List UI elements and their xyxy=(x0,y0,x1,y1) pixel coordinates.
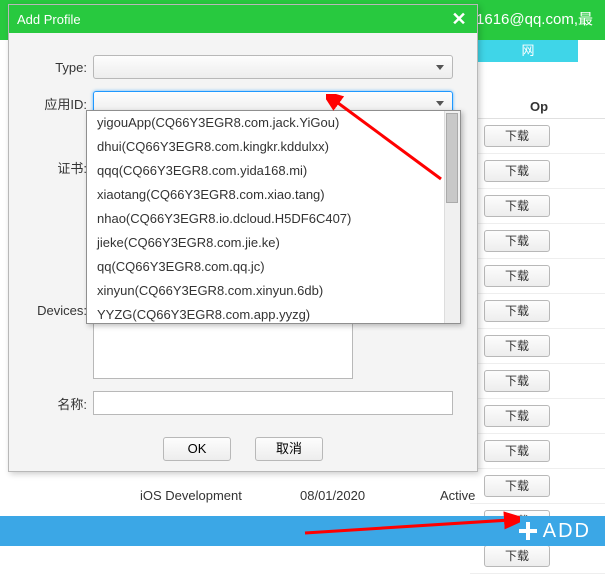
table-row[interactable]: iOS Development 08/01/2020 Active xyxy=(140,480,605,510)
dropdown-option[interactable]: dhui(CQ66Y3EGR8.com.kingkr.kddulxx) xyxy=(87,135,444,159)
field-name: 名称: xyxy=(33,391,453,415)
header-tab[interactable]: 网 xyxy=(478,40,578,62)
cell-type: iOS Development xyxy=(140,488,300,503)
scrollbar-thumb[interactable] xyxy=(446,113,458,203)
table-row: 下载 xyxy=(470,265,605,294)
download-button[interactable]: 下载 xyxy=(484,300,550,322)
close-icon[interactable]: ✕ xyxy=(449,9,469,30)
label-type: Type: xyxy=(33,60,87,75)
name-input[interactable] xyxy=(93,391,453,415)
appid-dropdown: yigouApp(CQ66Y3EGR8.com.jack.YiGou)dhui(… xyxy=(86,110,461,324)
table-row: 下载 xyxy=(470,405,605,434)
dropdown-option[interactable]: nhao(CQ66Y3EGR8.io.dcloud.H5DF6C407) xyxy=(87,207,444,231)
cell-status: Active xyxy=(440,488,520,503)
cancel-button[interactable]: 取消 xyxy=(255,437,323,461)
table-row: 下载 xyxy=(470,370,605,399)
modal-title: Add Profile xyxy=(17,12,81,27)
download-button[interactable]: 下载 xyxy=(484,160,550,182)
download-button[interactable]: 下载 xyxy=(484,370,550,392)
download-button[interactable]: 下载 xyxy=(484,195,550,217)
dropdown-option[interactable]: jieke(CQ66Y3EGR8.com.jie.ke) xyxy=(87,231,444,255)
dropdown-option[interactable]: qqq(CQ66Y3EGR8.com.yida168.mi) xyxy=(87,159,444,183)
field-type: Type: xyxy=(33,55,453,79)
download-button[interactable]: 下载 xyxy=(484,335,550,357)
label-cert: 证书: xyxy=(33,158,87,177)
dropdown-option[interactable]: xiaotang(CQ66Y3EGR8.com.xiao.tang) xyxy=(87,183,444,207)
table-row: 下载 xyxy=(470,230,605,259)
table-row: 下载 xyxy=(470,195,605,224)
download-button[interactable]: 下载 xyxy=(484,125,550,147)
download-button[interactable]: 下载 xyxy=(484,230,550,252)
download-button[interactable]: 下载 xyxy=(484,265,550,287)
column-header-op: Op xyxy=(470,95,605,119)
cell-date: 08/01/2020 xyxy=(300,488,440,503)
table-row: 下载 xyxy=(470,125,605,154)
download-button[interactable]: 下载 xyxy=(484,405,550,427)
add-label: ADD xyxy=(543,520,591,543)
table-row: 下载 xyxy=(470,440,605,469)
dropdown-option[interactable]: yigouApp(CQ66Y3EGR8.com.jack.YiGou) xyxy=(87,111,444,135)
plus-icon xyxy=(519,522,537,540)
table-row: 下载 xyxy=(470,160,605,189)
table-row: 下载 xyxy=(470,335,605,364)
label-name: 名称: xyxy=(33,394,87,413)
dropdown-option[interactable]: YYZG(CQ66Y3EGR8.com.app.yyzg) xyxy=(87,303,444,323)
download-button[interactable]: 下载 xyxy=(484,440,550,462)
add-bar[interactable]: ADD xyxy=(0,516,605,546)
header-email: 1616@qq.com,最 xyxy=(476,8,593,29)
dropdown-scrollbar[interactable] xyxy=(444,111,460,323)
modal-header: Add Profile ✕ xyxy=(9,5,477,33)
ok-button[interactable]: OK xyxy=(163,437,231,461)
chevron-down-icon xyxy=(436,101,444,106)
dropdown-option[interactable]: qq(CQ66Y3EGR8.com.qq.jc) xyxy=(87,255,444,279)
table-row: 下载 xyxy=(470,545,605,574)
table-row: 下载 xyxy=(470,300,605,329)
type-select[interactable] xyxy=(93,55,453,79)
label-devices: Devices: xyxy=(33,303,87,318)
chevron-down-icon xyxy=(436,65,444,70)
modal-buttons: OK 取消 xyxy=(33,437,453,461)
download-button[interactable]: 下载 xyxy=(484,545,550,567)
dropdown-option[interactable]: xinyun(CQ66Y3EGR8.com.xinyun.6db) xyxy=(87,279,444,303)
label-appid: 应用ID: xyxy=(33,94,87,113)
